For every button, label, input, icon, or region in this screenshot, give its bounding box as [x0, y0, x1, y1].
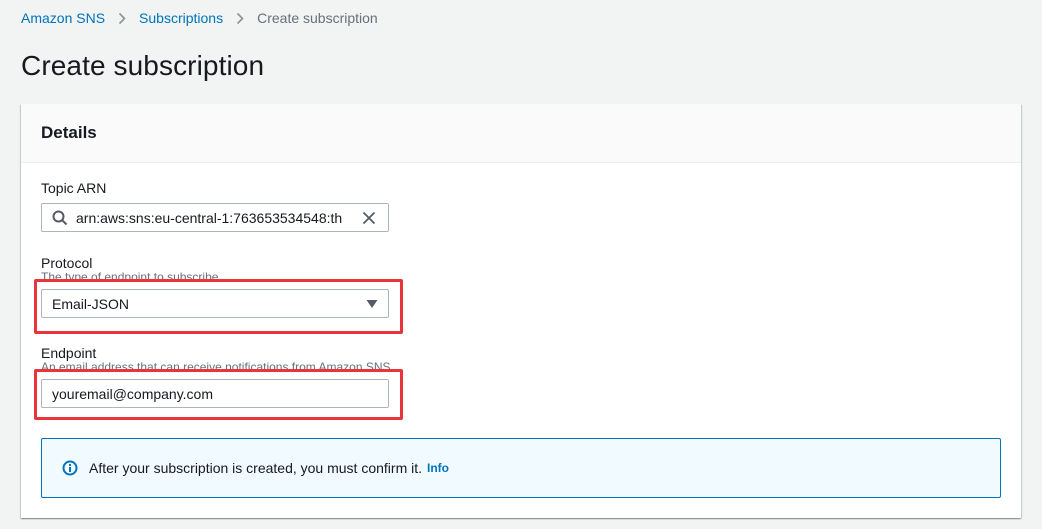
breadcrumb-link-amazon-sns[interactable]: Amazon SNS	[21, 10, 105, 26]
chevron-right-icon	[236, 12, 244, 25]
close-icon[interactable]	[360, 209, 378, 227]
topic-arn-input[interactable]: arn:aws:sns:eu-central-1:763653534548:th	[41, 203, 389, 232]
breadcrumb-link-subscriptions[interactable]: Subscriptions	[139, 10, 223, 26]
details-panel-title: Details	[41, 123, 97, 142]
details-panel-header: Details	[21, 104, 1021, 163]
endpoint-label: Endpoint	[41, 345, 97, 361]
chevron-right-icon	[118, 12, 126, 25]
details-panel: Details Topic ARN arn:aws:sns:eu-central…	[21, 104, 1021, 518]
endpoint-field: Endpoint An email address that can recei…	[41, 345, 394, 408]
endpoint-input[interactable]	[41, 379, 389, 408]
topic-arn-field: Topic ARN arn:aws:sns:eu-central-1:76365…	[41, 180, 389, 232]
info-link[interactable]: Info	[427, 461, 449, 475]
page-title: Create subscription	[21, 50, 265, 81]
protocol-selected-value: Email-JSON	[52, 295, 130, 312]
search-icon	[52, 210, 68, 226]
breadcrumb-current: Create subscription	[257, 10, 378, 26]
info-icon	[62, 460, 78, 476]
caret-down-icon	[366, 299, 378, 309]
protocol-select[interactable]: Email-JSON	[41, 289, 389, 318]
protocol-label: Protocol	[41, 255, 93, 271]
endpoint-description: An email address that can receive notifi…	[41, 361, 394, 372]
endpoint-text-field[interactable]	[52, 385, 378, 402]
protocol-field: Protocol The type of endpoint to subscri…	[41, 255, 389, 318]
protocol-description: The type of endpoint to subscribe	[41, 271, 219, 282]
topic-arn-value: arn:aws:sns:eu-central-1:763653534548:th	[76, 209, 343, 226]
breadcrumb: Amazon SNS Subscriptions Create subscrip…	[21, 9, 378, 27]
info-alert: After your subscription is created, you …	[41, 438, 1001, 498]
info-alert-text: After your subscription is created, you …	[89, 460, 423, 476]
topic-arn-label: Topic ARN	[41, 180, 107, 196]
